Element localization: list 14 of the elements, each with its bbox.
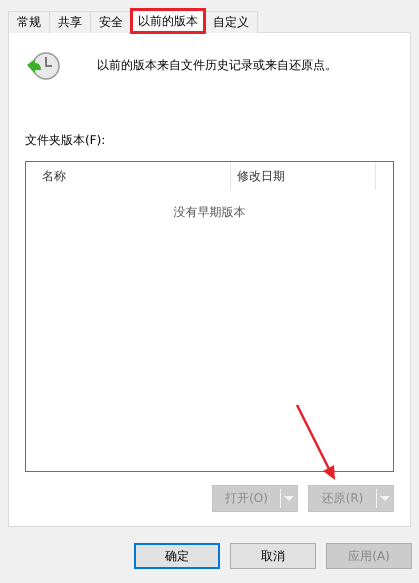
list-label: 文件夹版本(F):: [25, 132, 106, 149]
tab[interactable]: 以前的版本: [131, 9, 205, 33]
tab[interactable]: 共享: [49, 11, 91, 33]
clock-icon: [25, 51, 61, 81]
column-header[interactable]: 修改日期: [231, 162, 376, 190]
dialog-button[interactable]: 取消: [230, 543, 316, 569]
dialog-button[interactable]: 确定: [134, 543, 220, 569]
version-list[interactable]: 名称 修改日期 没有早期版本: [25, 161, 394, 472]
column-header[interactable]: 名称: [26, 162, 231, 190]
tab[interactable]: 常规: [8, 11, 50, 33]
empty-message: 没有早期版本: [174, 204, 246, 221]
info-text: 以前的版本来自文件历史记录或来自还原点。: [97, 57, 337, 74]
tab[interactable]: 自定义: [204, 11, 258, 33]
tab[interactable]: 安全: [90, 11, 132, 33]
